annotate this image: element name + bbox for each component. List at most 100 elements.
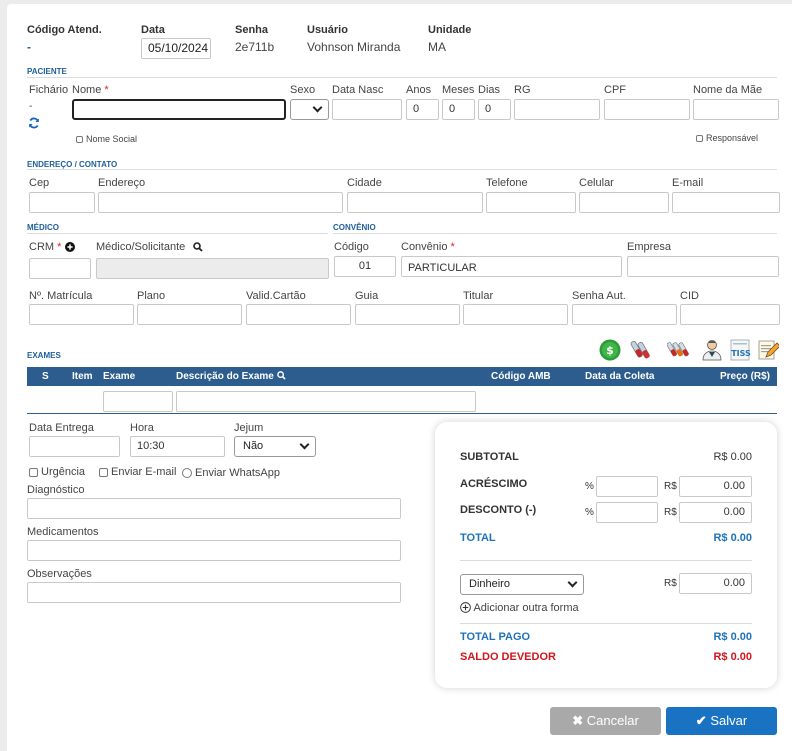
saldo-devedor-value: R$ 0.00 <box>713 651 752 663</box>
diagnostico-label: Diagnóstico <box>27 484 85 496</box>
payment-value-input[interactable]: 0.00 <box>679 573 752 594</box>
convenio-section-title: CONVÊNIO <box>333 223 376 232</box>
money-bag-icon[interactable]: $ <box>599 339 621 361</box>
svg-text:$: $ <box>606 344 614 357</box>
jejum-label: Jejum <box>234 422 264 434</box>
usuario-label: Usuário <box>307 24 348 36</box>
doctor-icon[interactable] <box>701 339 723 361</box>
titular-input[interactable] <box>463 304 568 325</box>
attendance-form: Código Atend. - Data 05/10/2024 Senha 2e… <box>7 4 792 751</box>
empresa-input[interactable] <box>627 256 779 277</box>
desconto-value-input[interactable]: 0.00 <box>679 502 752 523</box>
acrescimo-percent-input[interactable] <box>596 476 658 497</box>
endereco-input[interactable] <box>98 192 343 213</box>
anos-input[interactable]: 0 <box>406 99 439 120</box>
cancel-button[interactable]: ✖ Cancelar <box>550 707 661 735</box>
data-field[interactable]: 05/10/2024 <box>141 38 211 59</box>
endereco-label: Endereço <box>98 177 146 189</box>
telefone-label: Telefone <box>486 177 528 189</box>
rg-input[interactable] <box>514 99 600 120</box>
col-codigo-amb: Código AMB <box>491 371 551 382</box>
responsavel-checkbox[interactable]: Responsável <box>696 133 758 143</box>
senha-aut-input[interactable] <box>572 304 677 325</box>
chevron-down-icon <box>567 577 578 588</box>
total-value: R$ 0.00 <box>713 532 752 544</box>
senha-label: Senha <box>235 24 269 36</box>
svg-text:TISS: TISS <box>731 349 751 358</box>
nome-mae-label: Nome da Mãe <box>693 84 763 96</box>
payment-method-select[interactable]: Dinheiro <box>460 574 584 595</box>
search-icon[interactable] <box>193 242 203 252</box>
telefone-input[interactable] <box>486 192 576 213</box>
exame-descricao-input[interactable] <box>176 391 476 412</box>
urgencia-checkbox[interactable]: Urgência <box>29 466 85 478</box>
meses-label: Meses <box>442 84 475 96</box>
divider <box>27 413 777 414</box>
unidade-value: MA <box>428 40 446 54</box>
acrescimo-label: ACRÉSCIMO <box>460 478 528 490</box>
crm-input[interactable] <box>29 258 91 279</box>
desconto-percent-input[interactable] <box>596 502 658 523</box>
blood-tubes-icon[interactable] <box>630 339 652 361</box>
jejum-select[interactable]: Não <box>234 436 316 457</box>
tiss-icon[interactable]: TISS <box>729 339 753 361</box>
add-payment-button[interactable]: Adicionar outra forma <box>460 602 579 614</box>
dias-input[interactable]: 0 <box>478 99 511 120</box>
data-nasc-input[interactable] <box>332 99 402 120</box>
saldo-devedor-label: SALDO DEVEDOR <box>460 651 556 663</box>
edit-document-icon[interactable] <box>757 339 779 361</box>
lab-tubes-icon[interactable] <box>667 339 689 361</box>
cidade-label: Cidade <box>347 177 382 189</box>
convenio-input[interactable]: PARTICULAR <box>401 256 622 277</box>
chevron-down-icon <box>312 102 323 113</box>
cpf-input[interactable] <box>604 99 690 120</box>
convenio-codigo-input[interactable]: 01 <box>334 256 396 277</box>
sexo-select[interactable] <box>290 99 329 120</box>
checkmark-icon: ✔ <box>695 713 707 728</box>
observacoes-input[interactable] <box>27 582 401 603</box>
data-entrega-input[interactable] <box>29 436 120 457</box>
nome-social-checkbox[interactable]: Nome Social <box>76 134 137 144</box>
rg-label: RG <box>514 84 531 96</box>
enviar-whatsapp-radio[interactable]: Enviar WhatsApp <box>182 467 280 479</box>
exame-code-input[interactable] <box>103 391 173 412</box>
cep-label: Cep <box>29 177 50 189</box>
acrescimo-value-input[interactable]: 0.00 <box>679 476 752 497</box>
cid-input[interactable] <box>680 304 780 325</box>
add-circle-icon <box>460 602 471 613</box>
sexo-label: Sexo <box>290 84 316 96</box>
cidade-input[interactable] <box>347 192 483 213</box>
valid-cartao-input[interactable] <box>246 304 351 325</box>
matricula-input[interactable] <box>29 304 134 325</box>
celular-input[interactable] <box>579 192 669 213</box>
medico-solicitante-label: Médico/Solicitante <box>96 241 186 253</box>
medicamentos-input[interactable] <box>27 540 401 561</box>
refresh-icon[interactable] <box>28 117 40 129</box>
medicamentos-label: Medicamentos <box>27 526 99 538</box>
total-pago-value: R$ 0.00 <box>713 631 752 643</box>
diagnostico-input[interactable] <box>27 498 401 519</box>
search-icon[interactable] <box>276 371 286 380</box>
meses-input[interactable]: 0 <box>442 99 475 120</box>
nome-input[interactable] <box>72 99 286 120</box>
matricula-label: Nº. Matrícula <box>29 290 93 302</box>
divider <box>27 233 328 234</box>
plano-input[interactable] <box>137 304 242 325</box>
total-label: TOTAL <box>460 532 496 544</box>
crm-label: CRM * <box>29 241 62 253</box>
desconto-percent-symbol: % <box>585 507 594 518</box>
save-button[interactable]: ✔ Salvar <box>666 707 777 735</box>
senha-value: 2e711b <box>235 40 275 54</box>
email-input[interactable] <box>672 192 780 213</box>
cep-input[interactable] <box>29 192 95 213</box>
enviar-email-checkbox[interactable]: Enviar E-mail <box>99 466 176 478</box>
col-data-coleta: Data da Coleta <box>585 371 655 382</box>
email-label: E-mail <box>672 177 704 189</box>
guia-input[interactable] <box>355 304 460 325</box>
cpf-label: CPF <box>604 84 626 96</box>
add-circle-icon[interactable] <box>65 242 75 252</box>
desconto-label: DESCONTO (-) <box>460 504 537 516</box>
nome-mae-input[interactable] <box>693 99 779 120</box>
hora-input[interactable]: 10:30 <box>130 436 225 457</box>
divider <box>27 77 777 78</box>
